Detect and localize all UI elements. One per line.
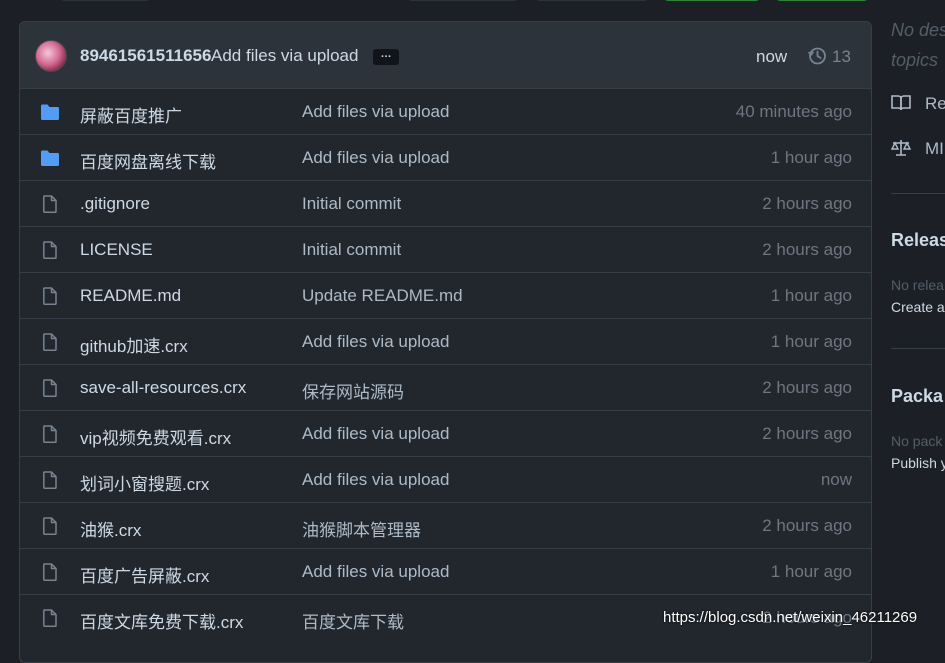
file-commit-message-link[interactable]: Initial commit <box>302 194 401 214</box>
file-row[interactable]: github加速.crx Add files via upload 1 hour a… <box>20 318 871 364</box>
top-button-green-2[interactable] <box>776 0 868 1</box>
file-icon <box>40 241 60 259</box>
file-commit-message-link[interactable]: Add files via upload <box>302 562 449 582</box>
file-row[interactable]: 油猴.crx 油猴脚本管理器 2 hours ago <box>20 502 871 548</box>
file-commit-message-link[interactable]: Add files via upload <box>302 102 449 122</box>
commit-message[interactable]: Add files via upload <box>211 46 358 66</box>
license-label: MI <box>925 139 944 158</box>
file-commit-message-link[interactable]: 油猴脚本管理器 <box>302 516 421 541</box>
file-row[interactable]: 百度广告屏蔽.crx Add files via upload 1 hour ago <box>20 548 871 594</box>
publish-package-link[interactable]: Publish y <box>891 455 945 471</box>
file-row[interactable]: README.md Update README.md 1 hour ago <box>20 272 871 318</box>
file-icon <box>40 425 60 443</box>
about-description: No des topics <box>891 15 945 75</box>
file-icon <box>40 563 60 581</box>
file-list: 屏蔽百度推广 Add files via upload 40 minutes ago… <box>20 89 871 640</box>
readme-link[interactable]: Re <box>891 94 945 114</box>
releases-heading[interactable]: Releas <box>891 230 945 251</box>
file-browser: 89461561511656 Add files via upload … no… <box>19 21 872 663</box>
file-name-link[interactable]: 百度广告屏蔽.crx <box>80 562 209 587</box>
about-topics-line: topics <box>891 50 939 70</box>
file-icon <box>40 333 60 351</box>
file-commit-age: 1 hour ago <box>770 332 852 351</box>
file-commit-message-link[interactable]: Add files via upload <box>302 148 449 168</box>
file-name-link[interactable]: .gitignore <box>80 194 150 214</box>
file-row[interactable]: 划词小窗搜题.crx Add files via upload now <box>20 456 871 502</box>
file-icon <box>40 195 60 213</box>
latest-commit-header: 89461561511656 Add files via upload … no… <box>20 22 871 89</box>
releases-empty-text: No relea <box>891 277 944 293</box>
file-commit-message-link[interactable]: Add files via upload <box>302 470 449 490</box>
folder-icon <box>40 149 60 167</box>
file-commit-age: 1 hour ago <box>770 148 852 167</box>
license-link[interactable]: MI <box>891 139 944 159</box>
packages-empty-text: No pack <box>891 433 943 449</box>
file-name-link[interactable]: 屏蔽百度推广 <box>80 102 182 127</box>
file-name-link[interactable]: LICENSE <box>80 240 153 260</box>
file-commit-message-link[interactable]: 保存网站源码 <box>302 378 404 403</box>
file-commit-age: 1 hour ago <box>770 286 852 305</box>
file-commit-age: now <box>820 470 852 489</box>
file-commit-age: 40 minutes ago <box>735 102 852 121</box>
top-button-2[interactable] <box>408 0 518 1</box>
file-commit-message-link[interactable]: Initial commit <box>302 240 401 260</box>
file-name-link[interactable]: github加速.crx <box>80 332 188 357</box>
file-row[interactable]: vip视频免费观看.crx Add files via upload 2 hours… <box>20 410 871 456</box>
sidebar-divider <box>891 348 945 349</box>
file-icon <box>40 379 60 397</box>
folder-icon <box>40 103 60 121</box>
file-row[interactable]: .gitignore Initial commit 2 hours ago <box>20 180 871 226</box>
file-name-link[interactable]: vip视频免费观看.crx <box>80 424 231 449</box>
file-icon <box>40 471 60 489</box>
file-commit-age: 2 hours ago <box>762 516 852 535</box>
readme-label: Re <box>925 94 945 113</box>
create-release-link[interactable]: Create a <box>891 299 945 315</box>
file-icon <box>40 517 60 535</box>
commit-expand-button[interactable]: … <box>373 49 399 65</box>
file-commit-age: 2 hours ago <box>762 240 852 259</box>
file-icon <box>40 609 60 627</box>
commit-author[interactable]: 89461561511656 <box>80 46 211 66</box>
commit-time: now <box>756 47 788 66</box>
about-description-line: No des <box>891 20 945 40</box>
file-commit-age: 2 hours ago <box>762 378 852 397</box>
top-button-green-1[interactable] <box>664 0 760 1</box>
file-commit-message-link[interactable]: Update README.md <box>302 286 463 306</box>
file-icon <box>40 287 60 305</box>
history-icon[interactable] <box>807 46 827 66</box>
file-name-link[interactable]: save-all-resources.crx <box>80 378 246 398</box>
file-row[interactable]: save-all-resources.crx 保存网站源码 2 hours ago <box>20 364 871 410</box>
file-name-link[interactable]: README.md <box>80 286 181 306</box>
file-name-link[interactable]: 百度网盘离线下载 <box>80 148 216 173</box>
law-icon <box>891 140 911 156</box>
commit-count[interactable]: 13 <box>832 47 851 67</box>
avatar[interactable] <box>35 40 67 72</box>
sidebar-divider <box>891 193 945 194</box>
watermark: https://blog.csdn.net/weixin_46211269 <box>663 609 918 626</box>
file-row[interactable]: LICENSE Initial commit 2 hours ago <box>20 226 871 272</box>
repo-sidebar: No des topics Re MI Releas No relea Crea… <box>891 0 945 637</box>
file-commit-age: 2 hours ago <box>762 194 852 213</box>
file-row[interactable]: 屏蔽百度推广 Add files via upload 40 minutes ago <box>20 89 871 134</box>
file-commit-message-link[interactable]: 百度文库下载 <box>302 608 404 633</box>
file-name-link[interactable]: 百度文库免费下载.crx <box>80 608 243 633</box>
top-button-3[interactable] <box>536 0 648 1</box>
file-commit-age: 2 hours ago <box>762 424 852 443</box>
file-row[interactable]: 百度网盘离线下载 Add files via upload 1 hour ago <box>20 134 871 180</box>
file-commit-message-link[interactable]: Add files via upload <box>302 332 449 352</box>
file-name-link[interactable]: 油猴.crx <box>80 516 141 541</box>
top-button-1[interactable] <box>60 0 150 1</box>
book-icon <box>891 95 911 111</box>
file-commit-message-link[interactable]: Add files via upload <box>302 424 449 444</box>
packages-heading[interactable]: Packa <box>891 386 943 407</box>
file-name-link[interactable]: 划词小窗搜题.crx <box>80 470 209 495</box>
file-commit-age: 1 hour ago <box>770 562 852 581</box>
